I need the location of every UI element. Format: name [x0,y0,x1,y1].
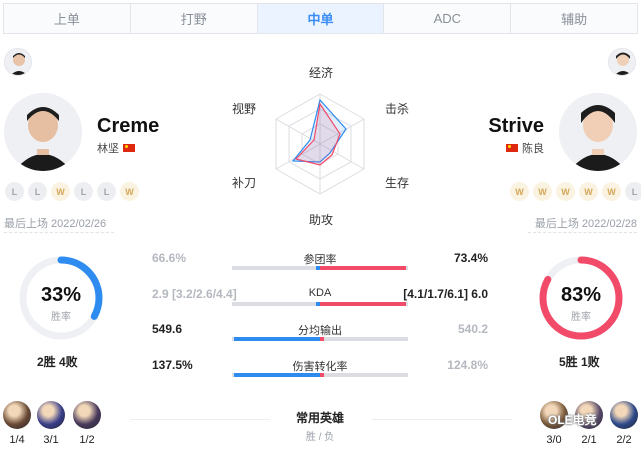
tab-mid[interactable]: 中单 [257,4,385,33]
tab-top[interactable]: 上单 [4,4,131,33]
left-recent-results: LLWLLW [5,182,139,201]
stat-right-value: [4.1/1.7/6.1] 6.0 [403,287,488,301]
left-player-real-name-group: 林坚 [97,140,135,156]
left-result-loss: L [28,182,47,201]
radar-chart [275,93,365,195]
stat-row-damage-conversion: 137.5% 伤害转化率 124.8% [152,358,488,386]
left-result-loss: L [97,182,116,201]
left-divider [4,232,114,233]
left-result-win: W [120,182,139,201]
left-player-real-name: 林坚 [97,143,119,155]
stat-right-bar-fill [320,302,407,306]
right-result-win: W [602,182,621,201]
right-hero-2-score: 2/1 [581,434,597,446]
left-hero-3-portrait[interactable] [73,401,101,429]
right-player-mini-avatar[interactable] [608,48,636,76]
left-result-win: W [51,182,70,201]
radar-label-economy: 经济 [309,66,334,80]
right-win-rate: 83% [560,284,602,306]
stat-row-kda: 2.9 [3.2/2.6/4.4] KDA [4.1/1.7/6.1] 6.0 [152,287,488,315]
stat-right-bar-fill [320,266,407,270]
left-hero-1-score: 1/4 [9,434,25,446]
stat-right-bar-fill [320,373,325,377]
stat-left-bar [232,302,320,306]
right-hero-3-portrait[interactable] [610,401,638,429]
stat-left-bar-fill [233,373,320,377]
left-player-mini-avatar[interactable] [4,48,32,76]
heroes-divider-right [372,419,512,420]
tab-adc[interactable]: ADC [384,4,512,33]
left-result-loss: L [5,182,24,201]
china-flag-icon [123,144,135,152]
right-player-name: Strive [488,115,544,137]
right-result-loss: L [625,182,641,201]
right-result-win: W [579,182,598,201]
right-hero-3-score: 2/2 [616,434,632,446]
radar-label-assists: 助攻 [309,213,334,227]
stat-right-bar [320,373,408,377]
stat-row-damage-per-min: 549.6 分均输出 540.2 [152,322,488,350]
left-hero-1-portrait[interactable] [3,401,31,429]
left-record: 2胜 4败 [37,355,78,369]
right-result-win: W [556,182,575,201]
heroes-divider-left [130,419,270,420]
stat-right-value: 124.8% [447,358,488,372]
stat-left-bar [232,266,320,270]
stat-label: 伤害转化率 [292,361,348,373]
stat-right-bar [320,266,408,270]
right-player-real-name-group: 陈良 [506,140,544,156]
stat-label: 分均输出 [298,325,342,337]
right-result-win: W [510,182,529,201]
stat-right-value: 540.2 [457,322,488,336]
position-tabs: 上单 打野 中单 ADC 辅助 [3,3,638,34]
radar-label-cs: 补刀 [232,176,257,190]
china-flag-icon [506,144,518,152]
radar-label-vision: 视野 [232,102,257,116]
right-recent-results: WWWWWL [510,182,641,201]
left-win-rate-label: 胜率 [51,312,71,323]
radar-label-kills: 击杀 [385,102,410,116]
right-player-real-name: 陈良 [522,143,544,155]
stat-left-bar [232,373,320,377]
left-hero-2-score: 3/1 [43,434,59,446]
left-player-avatar [4,93,82,171]
stat-row-participation: 66.6% 参团率 73.4% [152,251,488,279]
right-result-win: W [533,182,552,201]
stat-right-bar-fill [320,337,325,341]
stat-right-bar [320,302,408,306]
watermark: OLE电竞 [548,413,597,427]
left-hero-3-score: 1/2 [79,434,95,446]
left-hero-2-portrait[interactable] [37,401,65,429]
stat-left-bar [232,337,320,341]
left-result-loss: L [74,182,93,201]
radar-label-survival: 生存 [385,176,410,190]
right-record: 5胜 1败 [559,355,600,369]
tab-jungle[interactable]: 打野 [131,4,258,33]
stat-right-value: 73.4% [453,251,488,265]
right-hero-1-score: 3/0 [546,434,562,446]
stat-label: 参团率 [303,254,337,266]
stat-right-bar [320,337,408,341]
left-win-rate: 33% [40,284,82,306]
tab-support[interactable]: 辅助 [511,4,637,33]
left-last-played: 最后上场 2022/02/26 [4,218,107,230]
stat-left-bar-fill [233,337,320,341]
heroes-title: 常用英雄 [295,411,344,425]
right-player-avatar [559,93,637,171]
right-win-rate-label: 胜率 [571,312,591,323]
heroes-subtitle: 胜 / 负 [305,432,335,443]
right-divider [528,232,637,233]
left-player-name: Creme [97,115,160,137]
right-last-played: 最后上场 2022/02/28 [534,218,637,230]
